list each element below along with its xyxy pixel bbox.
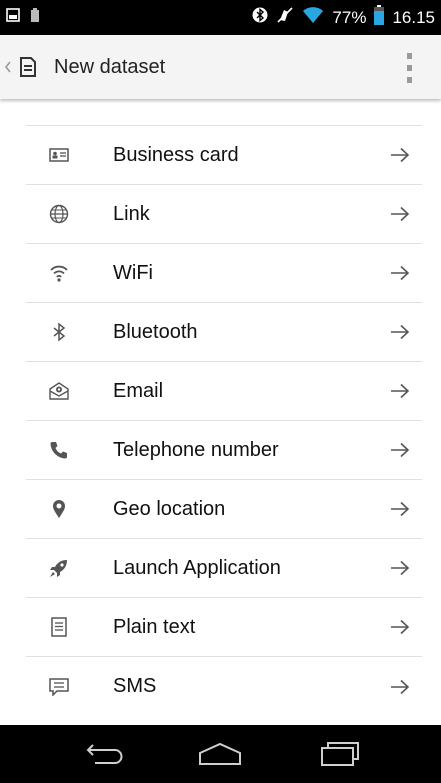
home-icon [199, 742, 241, 765]
mute-icon [276, 6, 294, 29]
app-bar: New dataset [0, 35, 441, 99]
list-item-sms[interactable]: SMS [26, 657, 422, 716]
list-item-geo-location[interactable]: Geo location [26, 480, 422, 539]
overflow-dot [406, 53, 412, 59]
list-item-label: Business card [113, 143, 239, 166]
arrow-right-icon [390, 206, 410, 222]
clock: 16.15 [392, 7, 435, 27]
bluetooth-icon [252, 6, 268, 29]
list-item-label: WiFi [113, 261, 153, 284]
arrow-right-icon [390, 442, 410, 458]
arrow-right-icon [390, 383, 410, 399]
rocket-icon [48, 557, 70, 579]
list-item-label: Plain text [113, 615, 196, 638]
globe-icon [48, 203, 70, 225]
list-item-wifi[interactable]: WiFi [26, 244, 422, 303]
status-bar-right: 77% 16.15 [252, 5, 435, 30]
status-bar-left [6, 7, 40, 28]
arrow-right-icon [390, 560, 410, 576]
list-item-label: Geo location [113, 497, 226, 520]
back-button[interactable] [60, 725, 150, 783]
system-navigation-bar [0, 725, 441, 783]
overflow-dot [406, 65, 412, 71]
wifi-icon [48, 262, 70, 284]
list-item-label: Telephone number [113, 438, 279, 461]
document-icon [20, 57, 40, 77]
overflow-dot [406, 77, 412, 83]
list-item-plain-text[interactable]: Plain text [26, 598, 422, 657]
list-item-link[interactable]: Link [26, 185, 422, 244]
list-item-email[interactable]: Email [26, 362, 422, 421]
sms-icon [48, 676, 70, 698]
list-item-launch-application[interactable]: Launch Application [26, 539, 422, 598]
chevron-left-icon [4, 61, 11, 73]
recents-icon [321, 742, 359, 766]
email-icon [48, 380, 70, 402]
list-item-telephone[interactable]: Telephone number [26, 421, 422, 480]
list-item-label: SMS [113, 675, 157, 697]
arrow-right-icon [390, 679, 410, 695]
list-item-bluetooth[interactable]: Bluetooth [26, 303, 422, 362]
business-card-icon [48, 144, 70, 166]
page-title: New dataset [54, 55, 166, 78]
phone-icon [48, 439, 70, 461]
up-navigation-button[interactable] [4, 60, 18, 74]
list-item-business-card[interactable]: Business card [26, 126, 422, 185]
dataset-type-list: Business card Link WiFi Bluetooth Email … [26, 125, 422, 716]
list-item-label: Launch Application [113, 556, 281, 579]
wifi-icon [302, 6, 324, 29]
arrow-right-icon [390, 501, 410, 517]
location-pin-icon [48, 498, 70, 520]
text-document-icon [48, 616, 70, 638]
list-item-label: Email [113, 379, 164, 402]
home-button[interactable] [175, 725, 265, 783]
arrow-right-icon [390, 147, 410, 163]
sim-battery-icon [30, 7, 40, 28]
gallery-icon [6, 8, 20, 27]
battery-percent: 77% [332, 7, 367, 27]
status-bar: 77% 16.15 [0, 0, 441, 35]
back-icon [86, 744, 123, 764]
list-item-label: Bluetooth [113, 320, 198, 343]
recents-button[interactable] [295, 725, 385, 783]
arrow-right-icon [390, 619, 410, 635]
bluetooth-icon [48, 321, 70, 343]
battery-icon [374, 5, 385, 30]
arrow-right-icon [390, 265, 410, 281]
list-item-label: Link [113, 202, 150, 225]
overflow-menu-button[interactable] [405, 53, 413, 83]
arrow-right-icon [390, 324, 410, 340]
